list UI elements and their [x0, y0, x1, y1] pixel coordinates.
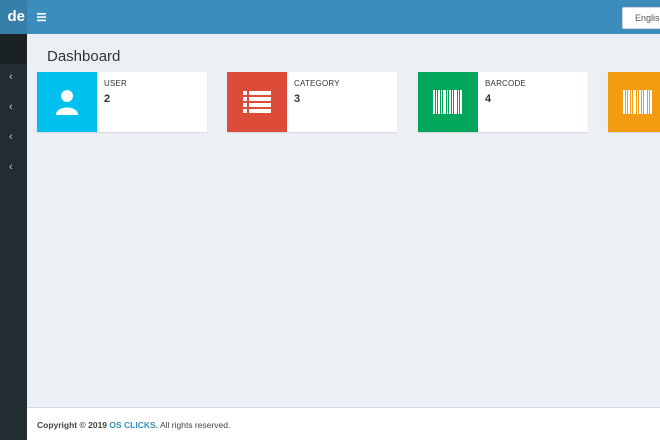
info-box-label: CATEGORY	[294, 79, 340, 88]
chevron-left-icon: ‹	[9, 131, 13, 143]
sidebar-user-panel	[0, 34, 27, 64]
chevron-left-icon: ‹	[9, 71, 13, 83]
hamburger-icon	[37, 13, 46, 22]
info-box-user[interactable]: USER 2	[37, 72, 207, 132]
sidebar: de ‹ ‹ ‹ ‹	[0, 0, 27, 440]
info-box-icon-bg	[418, 72, 478, 132]
barcode-icon	[433, 90, 462, 114]
sidebar-item-1[interactable]: ‹	[0, 64, 27, 94]
top-navbar: English	[27, 0, 660, 34]
app-root: de ‹ ‹ ‹ ‹ English Dashboard	[0, 0, 660, 440]
info-box-icon-bg	[227, 72, 287, 132]
info-box-icon-bg	[608, 72, 660, 132]
list-icon	[243, 91, 271, 113]
chevron-left-icon: ‹	[9, 161, 13, 173]
copyright-text: Copyright © 2019	[37, 420, 108, 430]
info-box-barcode[interactable]: BARCODE 4	[418, 72, 588, 132]
info-box-category[interactable]: CATEGORY 3	[227, 72, 397, 132]
user-icon	[56, 90, 78, 115]
chevron-left-icon: ‹	[9, 101, 13, 113]
sidebar-item-2[interactable]: ‹	[0, 94, 27, 124]
sidebar-toggle-button[interactable]	[36, 9, 48, 25]
info-box-icon-bg	[37, 72, 97, 132]
info-box-value: 3	[294, 93, 301, 105]
info-box-4[interactable]	[608, 72, 660, 132]
language-select[interactable]: English	[622, 7, 660, 29]
brand-logo[interactable]: de	[0, 0, 27, 34]
footer: Copyright © 2019 OS CLICKS. All rights r…	[27, 407, 660, 440]
sidebar-item-3[interactable]: ‹	[0, 124, 27, 154]
info-box-label: USER	[104, 79, 128, 88]
barcode-icon	[623, 90, 652, 114]
page-title: Dashboard	[47, 48, 121, 65]
info-box-value: 4	[485, 93, 492, 105]
company-link[interactable]: OS CLICKS.	[109, 420, 158, 430]
brand-text: de	[7, 8, 25, 25]
rights-text: All rights reserved.	[159, 420, 231, 430]
sidebar-item-4[interactable]: ‹	[0, 154, 27, 184]
info-box-label: BARCODE	[485, 79, 526, 88]
info-box-value: 2	[104, 93, 111, 105]
